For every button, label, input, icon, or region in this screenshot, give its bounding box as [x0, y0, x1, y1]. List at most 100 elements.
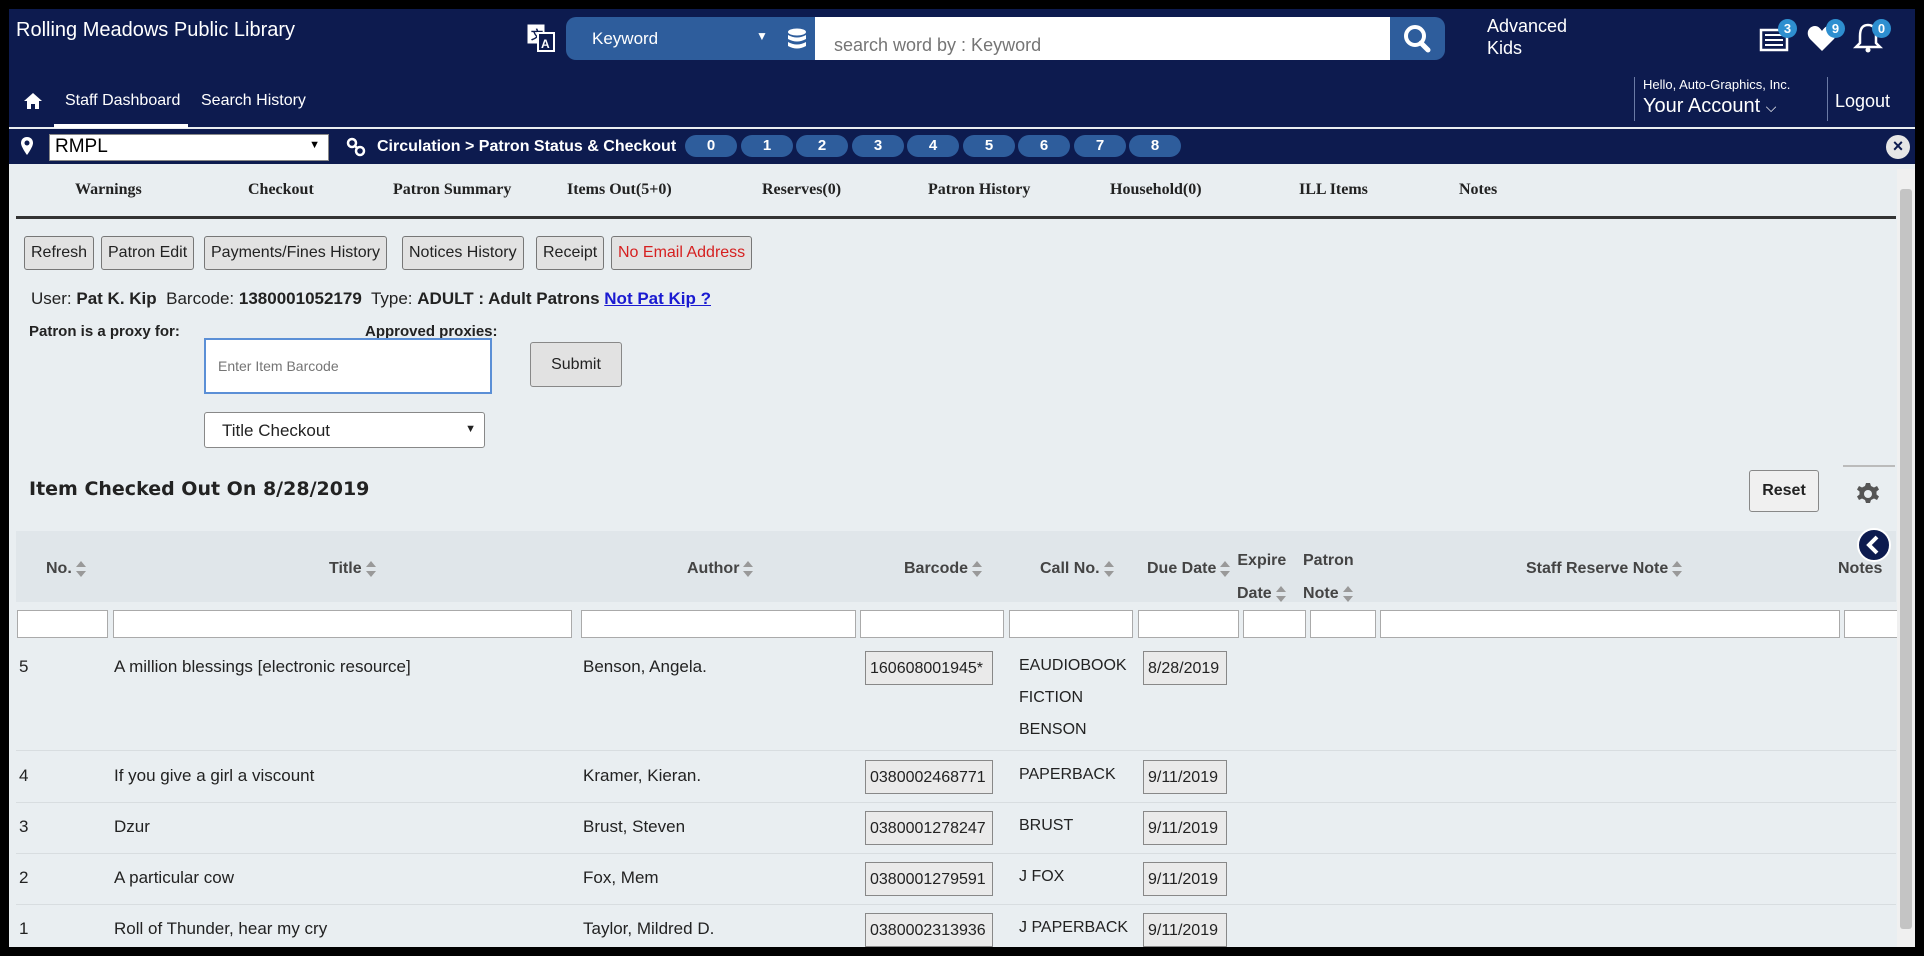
cell-barcode[interactable]: 0380002468771 — [865, 760, 993, 794]
cell-barcode[interactable]: 160608001945* — [865, 651, 993, 685]
session-slot-8[interactable]: 8 — [1129, 135, 1181, 157]
sort-icon[interactable] — [75, 560, 87, 578]
collapse-button[interactable] — [1857, 528, 1891, 562]
search-type-dropdown[interactable]: Keyword ▼ — [566, 17, 815, 60]
filter-call-no[interactable] — [1009, 610, 1133, 638]
filter-barcode[interactable] — [860, 610, 1004, 638]
notices-history-button[interactable]: Notices History — [402, 236, 524, 270]
favorites-button[interactable]: 9 — [1806, 19, 1845, 53]
item-barcode-input[interactable] — [204, 338, 492, 394]
tab-ill-items[interactable]: ILL Items — [1299, 181, 1368, 199]
payments-history-button[interactable]: Payments/Fines History — [204, 236, 387, 270]
filter-no[interactable] — [17, 610, 108, 638]
patron-edit-button[interactable]: Patron Edit — [101, 236, 195, 270]
gear-icon[interactable] — [1856, 482, 1880, 506]
advanced-search-link[interactable]: Advanced — [1487, 16, 1567, 37]
filter-staff-note[interactable] — [1380, 610, 1840, 638]
cell-due-date[interactable]: 8/28/2019 — [1143, 651, 1227, 685]
breadcrumb: Circulation > Patron Status & Checkout — [377, 138, 677, 155]
notifications-button[interactable]: 0 — [1852, 19, 1891, 53]
kids-link[interactable]: Kids — [1487, 38, 1522, 59]
filter-expire-date[interactable] — [1243, 610, 1306, 638]
sort-icon[interactable] — [1342, 585, 1354, 603]
column-header-barcode[interactable]: Barcode — [904, 560, 983, 578]
cell-due-date[interactable]: 9/11/2019 — [1143, 913, 1227, 947]
no-email-button[interactable]: No Email Address — [611, 236, 753, 270]
session-slot-0[interactable]: 0 — [685, 135, 737, 157]
scrollbar-thumb[interactable] — [1900, 189, 1912, 929]
reset-button[interactable]: Reset — [1749, 470, 1819, 512]
nav-search-history[interactable]: Search History — [201, 92, 306, 110]
receipt-button[interactable]: Receipt — [536, 236, 605, 270]
cell-title[interactable]: A million blessings [electronic resource… — [114, 657, 411, 677]
table-row[interactable]: 1 Roll of Thunder, hear my cry Taylor, M… — [16, 906, 1896, 947]
sort-icon[interactable] — [365, 560, 377, 578]
app-title[interactable]: Rolling Meadows Public Library — [16, 19, 295, 42]
tab-household[interactable]: Household(0) — [1110, 181, 1202, 199]
cell-barcode[interactable]: 0380001278247 — [865, 811, 993, 845]
column-header-staff-note[interactable]: Staff Reserve Note — [1526, 560, 1683, 578]
translate-icon[interactable]: 文 A — [526, 23, 556, 53]
session-slot-3[interactable]: 3 — [852, 135, 904, 157]
session-slot-5[interactable]: 5 — [963, 135, 1015, 157]
filter-due-date[interactable] — [1138, 610, 1239, 638]
table-row[interactable]: 3 Dzur Brust, Steven 0380001278247 BRUST… — [16, 804, 1896, 854]
cell-title[interactable]: Roll of Thunder, hear my cry — [114, 919, 327, 939]
session-slot-4[interactable]: 4 — [907, 135, 959, 157]
home-icon[interactable] — [23, 92, 43, 110]
filter-title[interactable] — [113, 610, 572, 638]
sort-icon[interactable] — [742, 560, 754, 578]
tab-reserves[interactable]: Reserves(0) — [762, 181, 841, 199]
search-button[interactable] — [1390, 17, 1445, 60]
cell-due-date[interactable]: 9/11/2019 — [1143, 811, 1227, 845]
column-header-author[interactable]: Author — [687, 560, 754, 578]
tab-items-out[interactable]: Items Out(5+0) — [567, 181, 672, 199]
filter-patron-note[interactable] — [1310, 610, 1376, 638]
cell-title[interactable]: A particular cow — [114, 868, 234, 888]
column-header-no[interactable]: No. — [46, 560, 87, 578]
column-header-patron-note[interactable]: Patron Note — [1303, 544, 1354, 610]
tab-patron-history[interactable]: Patron History — [928, 181, 1030, 199]
table-row[interactable]: 5 A million blessings [electronic resour… — [16, 645, 1896, 751]
session-slot-7[interactable]: 7 — [1074, 135, 1126, 157]
column-header-due-date[interactable]: Due Date — [1147, 560, 1231, 578]
cell-title[interactable]: If you give a girl a viscount — [114, 766, 314, 786]
logout-link[interactable]: Logout — [1835, 91, 1890, 112]
database-icon[interactable] — [786, 28, 808, 52]
not-patron-link[interactable]: Not Pat Kip ? — [604, 289, 711, 308]
cell-title[interactable]: Dzur — [114, 817, 150, 837]
column-header-title[interactable]: Title — [329, 560, 377, 578]
cell-due-date[interactable]: 9/11/2019 — [1143, 862, 1227, 896]
vertical-scrollbar[interactable] — [1897, 169, 1915, 947]
cell-barcode[interactable]: 0380002313936 — [865, 913, 993, 947]
checkout-mode-select[interactable]: Title Checkout ▼ — [204, 412, 485, 448]
sort-icon[interactable] — [1671, 560, 1683, 578]
submit-button[interactable]: Submit — [530, 342, 622, 387]
sort-icon[interactable] — [1275, 585, 1287, 603]
close-icon[interactable]: × — [1886, 135, 1910, 159]
table-row[interactable]: 2 A particular cow Fox, Mem 038000127959… — [16, 855, 1896, 905]
sort-icon[interactable] — [971, 560, 983, 578]
sort-icon[interactable] — [1103, 560, 1115, 578]
cell-due-date[interactable]: 9/11/2019 — [1143, 760, 1227, 794]
session-slot-1[interactable]: 1 — [741, 135, 793, 157]
refresh-button[interactable]: Refresh — [24, 236, 95, 270]
cell-barcode[interactable]: 0380001279591 — [865, 862, 993, 896]
table-row[interactable]: 4 If you give a girl a viscount Kramer, … — [16, 752, 1896, 803]
tab-checkout[interactable]: Checkout — [248, 181, 314, 199]
tab-notes[interactable]: Notes — [1459, 181, 1497, 199]
column-header-call-no[interactable]: Call No. — [1040, 560, 1115, 578]
column-header-expire-date[interactable]: Expire Date — [1237, 544, 1287, 610]
session-slot-2[interactable]: 2 — [796, 135, 848, 157]
filter-author[interactable] — [581, 610, 856, 638]
branch-select[interactable]: RMPL ▼ — [49, 134, 329, 161]
sort-icon[interactable] — [1219, 560, 1231, 578]
account-menu[interactable]: Your Account ⌵ — [1643, 95, 1776, 118]
nav-staff-dashboard[interactable]: Staff Dashboard — [65, 92, 180, 110]
tab-patron-summary[interactable]: Patron Summary — [393, 181, 511, 199]
search-input[interactable] — [815, 17, 1390, 60]
lists-button[interactable]: 3 — [1758, 19, 1797, 53]
filter-notes[interactable] — [1844, 610, 1902, 638]
session-slot-6[interactable]: 6 — [1018, 135, 1070, 157]
tab-warnings[interactable]: Warnings — [75, 181, 142, 199]
